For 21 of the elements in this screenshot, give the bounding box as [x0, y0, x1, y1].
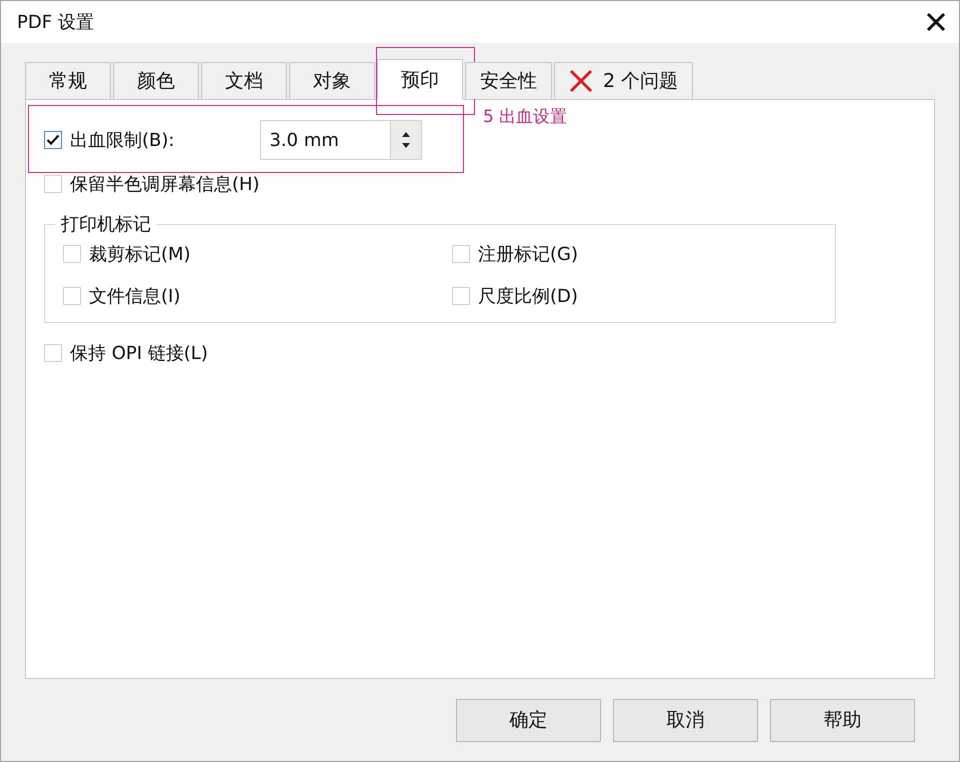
checkbox-label: 文件信息(I): [89, 285, 180, 308]
tab[interactable]: 颜色: [113, 62, 199, 99]
dialog-button[interactable]: 取消: [613, 698, 758, 742]
annotation-label: 5 出血设置: [483, 106, 568, 128]
checkbox-label: 出血限制(B):: [70, 129, 174, 152]
tab[interactable]: 预印: [377, 59, 463, 100]
checkbox-label: 裁剪标记(M): [89, 243, 191, 266]
dialog-button[interactable]: 确定: [456, 698, 601, 742]
tab[interactable]: 文档: [201, 62, 287, 99]
tab[interactable]: 对象: [289, 62, 375, 99]
tab[interactable]: 安全性: [465, 62, 552, 99]
spin-box[interactable]: 3.0 mm: [260, 120, 422, 160]
checkbox-label: 保留半色调屏幕信息(H): [70, 173, 260, 196]
checkbox-label: 保持 OPI 链接(L): [70, 342, 208, 365]
tab[interactable]: 2 个问题: [554, 62, 694, 99]
tab[interactable]: 常规: [25, 62, 111, 99]
checkbox-label: 尺度比例(D): [478, 285, 578, 308]
group-title: 打印机标记: [60, 213, 152, 236]
checkbox-label: 注册标记(G): [478, 243, 578, 266]
dialog-button[interactable]: 帮助: [770, 698, 915, 742]
window-title: PDF 设置: [17, 11, 94, 34]
